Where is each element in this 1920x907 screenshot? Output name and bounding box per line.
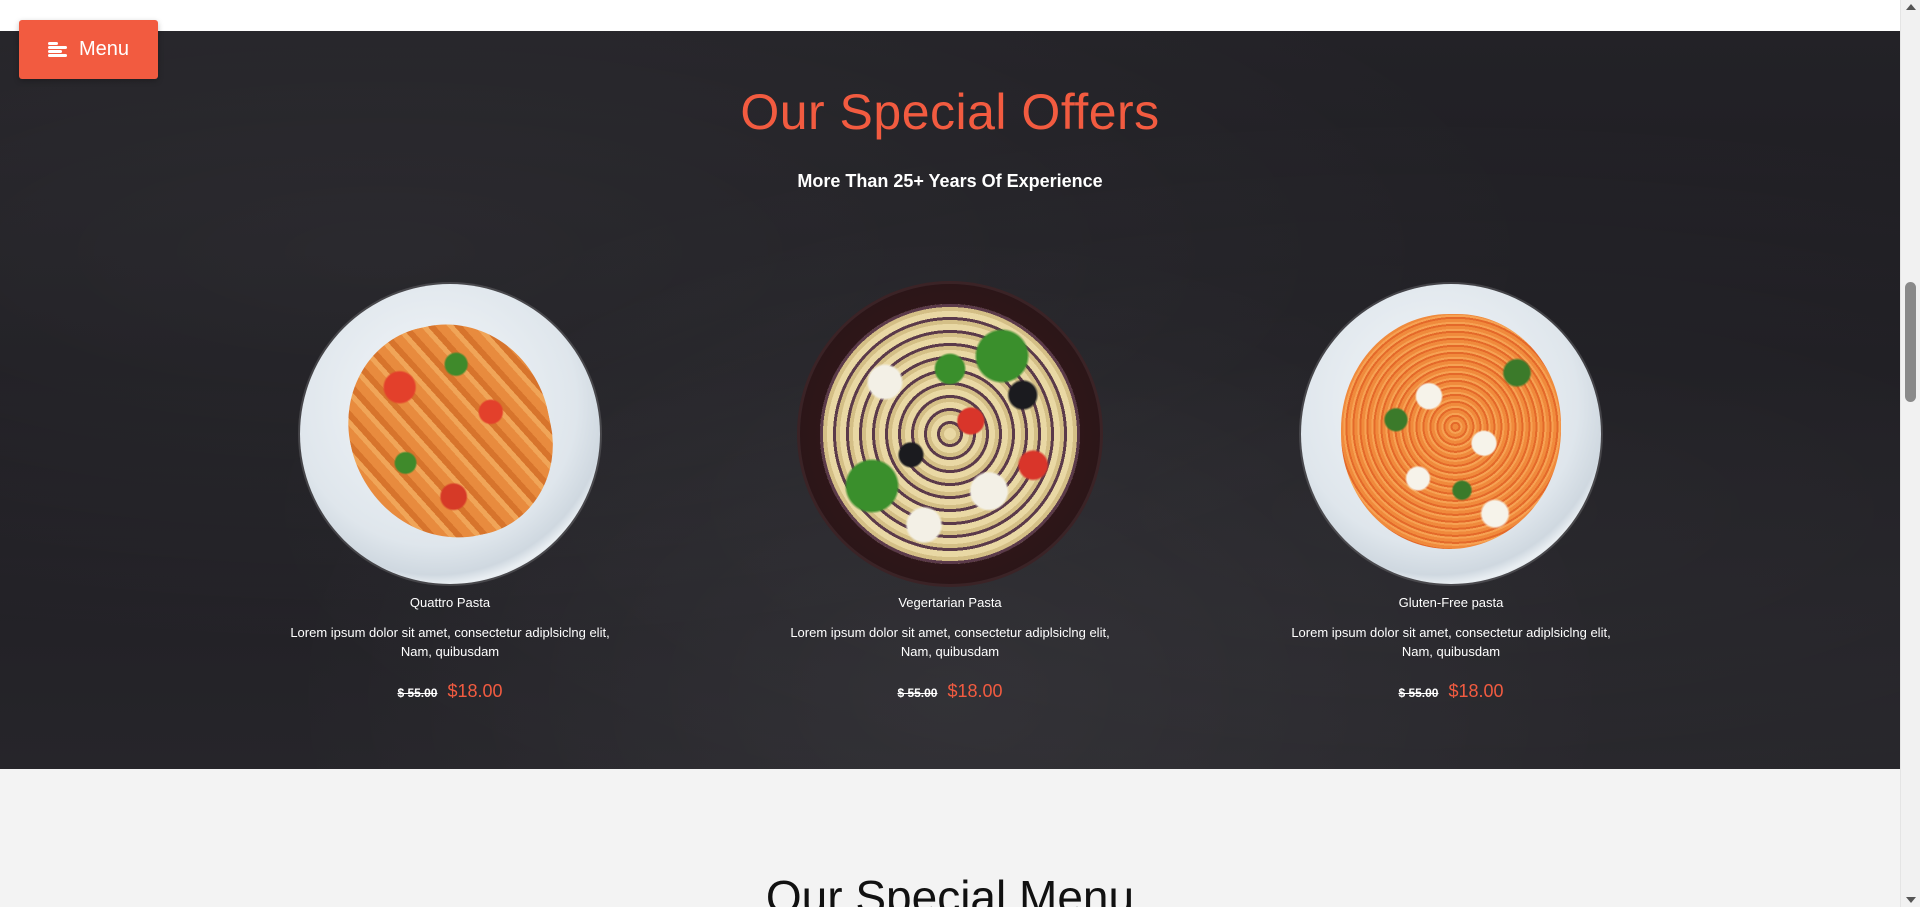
offer-description: Lorem ipsum dolor sit amet, consectetur …: [790, 625, 1110, 659]
spaghetti-image: [1301, 284, 1601, 584]
special-menu-section: Our Special Menu: [0, 769, 1900, 907]
penne-pasta-image: [300, 284, 600, 584]
old-price: $ 55.00: [897, 686, 938, 700]
special-offers-section: Our Special Offers More Than 25+ Years O…: [0, 31, 1900, 769]
special-menu-title: Our Special Menu: [765, 871, 1135, 907]
new-price: $18.00: [947, 681, 1003, 701]
new-price: $18.00: [447, 681, 503, 701]
price-row: $ 55.00 $18.00: [1271, 681, 1631, 702]
menu-lines-icon: [47, 41, 67, 58]
offer-card-gluten-free-pasta: Gluten-Free pasta Lorem ipsum dolor sit …: [1271, 284, 1631, 702]
offer-name: Quattro Pasta: [409, 595, 491, 610]
pasta-salad-image: [800, 284, 1100, 584]
offer-description: Lorem ipsum dolor sit amet, consectetur …: [290, 625, 610, 659]
old-price: $ 55.00: [1398, 686, 1439, 700]
page-scrollbar[interactable]: [1900, 0, 1920, 907]
offers-title: Our Special Offers: [740, 84, 1160, 140]
offers-subtitle: More Than 25+ Years Of Experience: [797, 171, 1103, 191]
offer-card-vegetarian-pasta: Vegertarian Pasta Lorem ipsum dolor sit …: [770, 284, 1130, 702]
menu-button[interactable]: Menu: [19, 20, 158, 79]
new-price: $18.00: [1448, 681, 1504, 701]
price-row: $ 55.00 $18.00: [770, 681, 1130, 702]
offer-description: Lorem ipsum dolor sit amet, consectetur …: [1291, 625, 1611, 659]
offer-name: Vegertarian Pasta: [898, 595, 1002, 610]
menu-button-label: Menu: [78, 38, 130, 60]
offer-name: Gluten-Free pasta: [1398, 595, 1504, 610]
price-row: $ 55.00 $18.00: [270, 681, 630, 702]
scroll-up-arrow-icon[interactable]: [1906, 4, 1916, 10]
scroll-down-arrow-icon[interactable]: [1906, 897, 1916, 903]
old-price: $ 55.00: [397, 686, 438, 700]
scrollbar-thumb[interactable]: [1905, 282, 1916, 402]
offer-card-quattro-pasta: Quattro Pasta Lorem ipsum dolor sit amet…: [270, 284, 630, 702]
page: Our Special Offers More Than 25+ Years O…: [0, 0, 1900, 907]
